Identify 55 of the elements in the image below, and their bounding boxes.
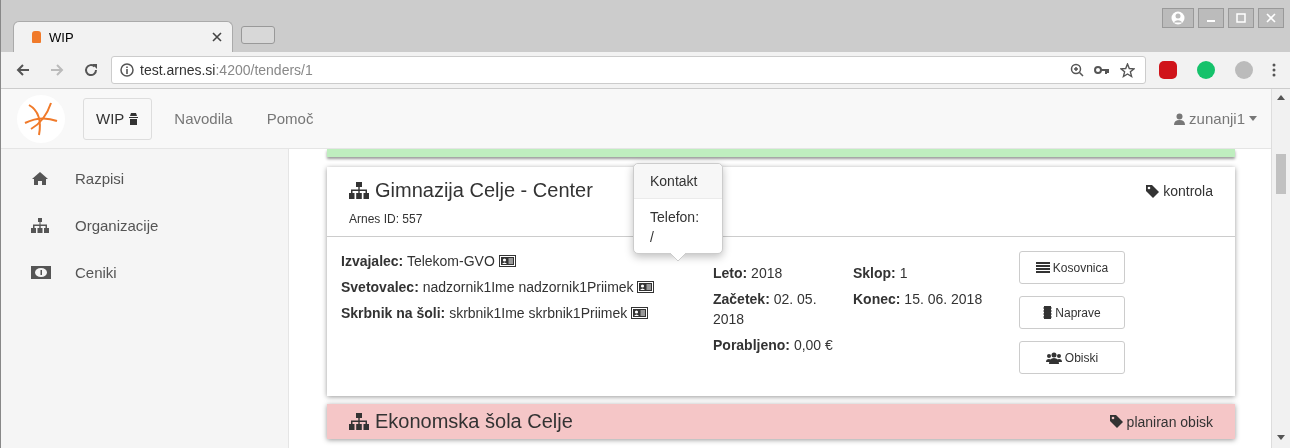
field-text: Porabljeno: 0,00 €	[713, 336, 834, 355]
star-icon[interactable]	[1118, 62, 1137, 78]
tag-icon	[1146, 184, 1160, 198]
logo-icon[interactable]	[17, 94, 65, 143]
card-title: Ekonomska šola Celje	[349, 410, 573, 433]
sitemap-icon	[349, 182, 369, 199]
spy-icon	[128, 112, 140, 125]
action-button[interactable]: Naprave	[1019, 296, 1125, 329]
contact-card-icon[interactable]	[498, 255, 516, 267]
field-text: Svetovalec: nadzornik1Ime nadzornik1Priimek	[341, 277, 655, 297]
tag-icon	[1109, 415, 1123, 428]
field-text: Začetek: 02. 05. 2018	[713, 290, 818, 329]
card-title: Gimnazija Celje - Center	[349, 179, 593, 202]
users-icon	[1045, 351, 1062, 364]
tag-label: kontrola	[1146, 183, 1213, 199]
tag-label: planiran obisk	[1109, 413, 1213, 430]
list-icon	[1035, 262, 1050, 273]
lock-icon	[32, 31, 41, 43]
field-text: Izvajalec: Telekom-GVO	[341, 251, 516, 271]
contact-card-icon[interactable]	[637, 281, 655, 293]
url-text: test.arnes.si:4200/tenders/1	[140, 62, 313, 78]
sidebar-item[interactable]: Razpisi	[1, 155, 288, 202]
browser-tab[interactable]: WIP	[13, 21, 233, 52]
address-bar[interactable]: test.arnes.si:4200/tenders/1	[111, 56, 1146, 84]
money-icon	[31, 266, 51, 279]
sidebar-item[interactable]: Ceniki	[1, 249, 288, 296]
popover-text: Telefon: /	[649, 208, 701, 247]
zoom-icon[interactable]	[1068, 63, 1086, 77]
close-icon[interactable]	[212, 32, 222, 42]
scrollbar[interactable]	[1271, 89, 1290, 448]
home-icon	[31, 171, 49, 186]
user-menu[interactable]: zunanji1	[1174, 110, 1257, 127]
field-text: Skrbnik na šoli: skrbnik1Ime skrbnik1Priimek	[341, 303, 649, 323]
popover-title: Kontakt	[634, 164, 722, 199]
brand-button[interactable]: WIP	[83, 97, 153, 140]
sidebar-item[interactable]: Organizacije	[1, 202, 288, 249]
action-button[interactable]: Kosovnica	[1019, 251, 1125, 284]
sitemap-icon	[349, 413, 369, 430]
chip-icon	[1043, 306, 1053, 319]
nav-link[interactable]: Navodila	[162, 110, 245, 127]
minimize-icon[interactable]	[1198, 8, 1224, 28]
arnes-id-text: Arnes ID: 557	[349, 212, 424, 226]
user-icon	[1174, 112, 1186, 125]
info-icon	[120, 63, 134, 77]
field-text: Sklop: 1	[853, 264, 909, 283]
field-text: Konec: 15. 06. 2018	[853, 290, 984, 309]
tab-title: WIP	[49, 29, 75, 45]
contact-card-icon[interactable]	[631, 307, 649, 319]
caret-icon	[1249, 116, 1257, 121]
key-icon[interactable]	[1092, 65, 1112, 75]
nav-link[interactable]: Pomoč	[254, 110, 326, 127]
sitemap-icon	[31, 218, 49, 233]
profile-icon[interactable]	[1162, 8, 1194, 28]
action-button[interactable]: Obiski	[1019, 341, 1125, 374]
field-text: Leto: 2018	[713, 264, 784, 283]
